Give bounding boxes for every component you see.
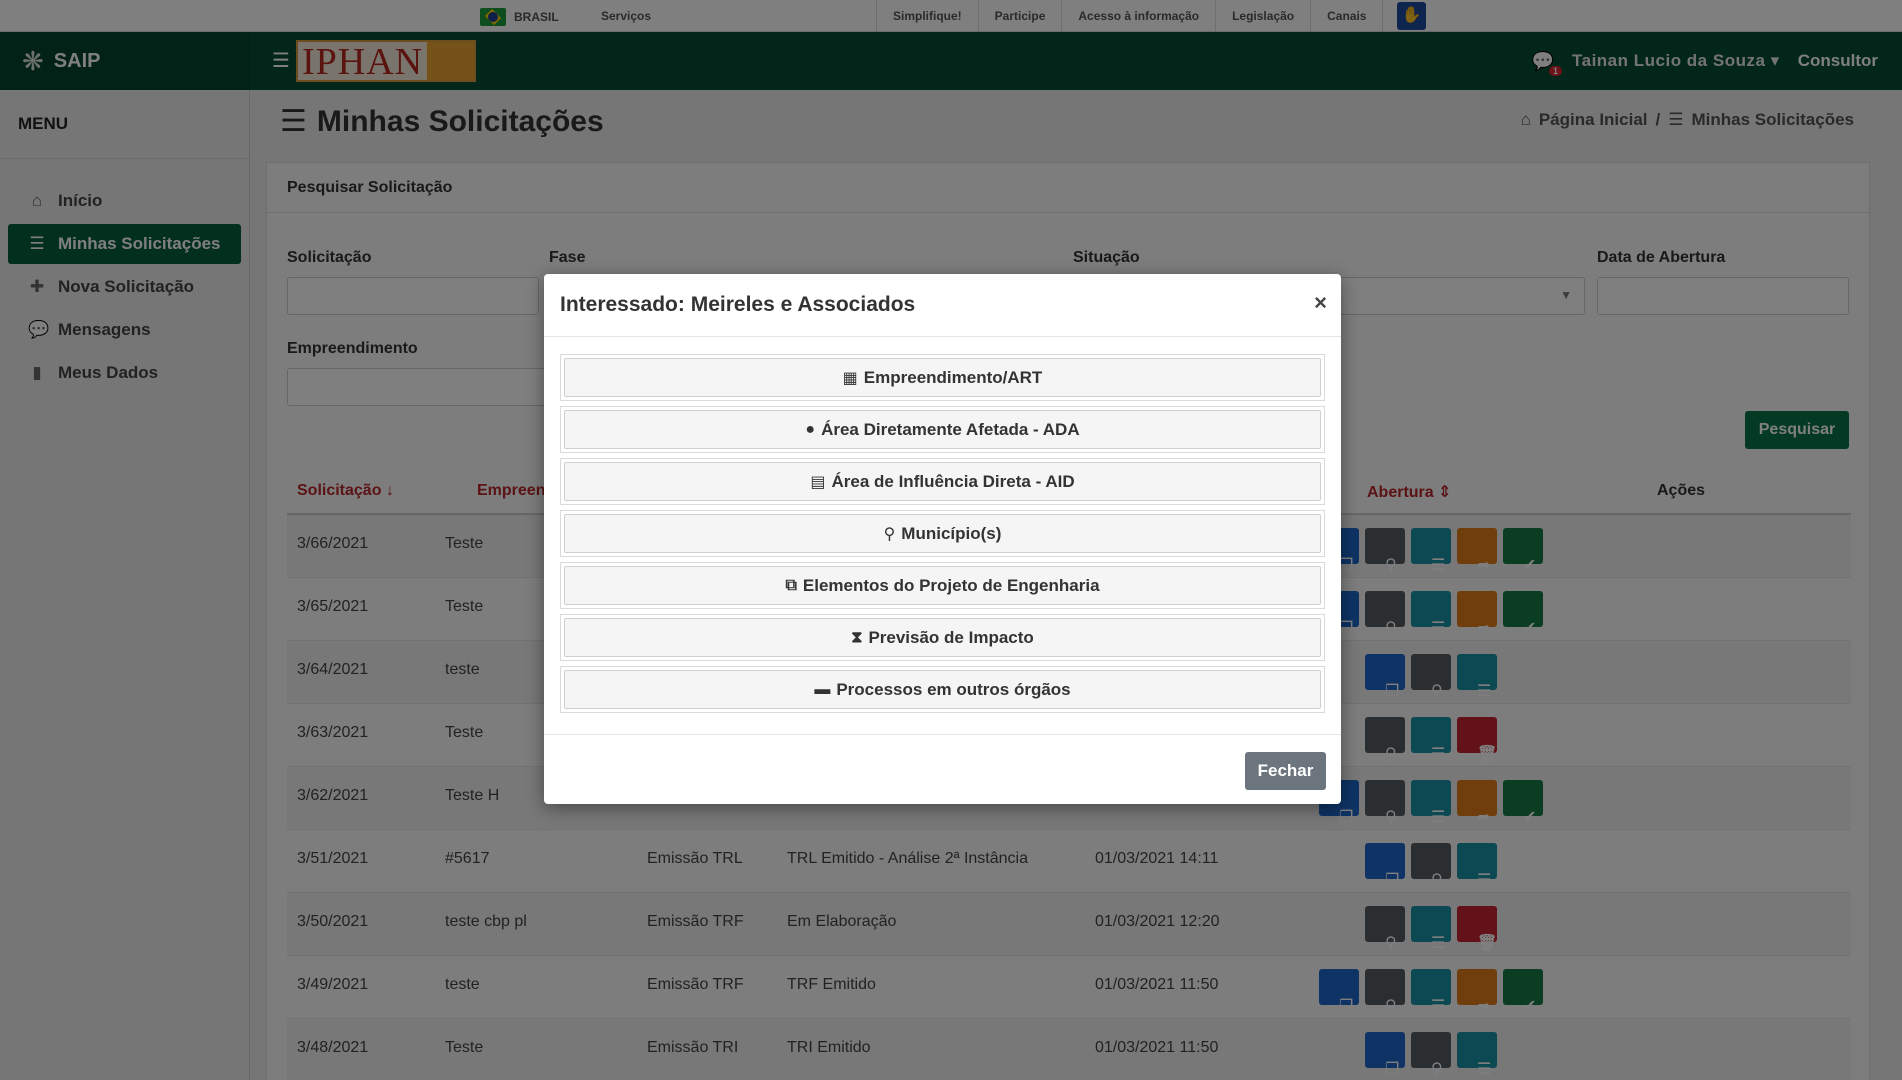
fechar-button[interactable]: Fechar (1245, 752, 1326, 790)
cubes-icon: ⧉ (785, 576, 797, 594)
ada-button[interactable]: ● Área Diretamente Afetada - ADA (564, 410, 1321, 449)
building-icon: ▦ (842, 369, 858, 387)
modal-title: Interessado: Meireles e Associados (560, 293, 916, 316)
button-label: Processos em outros órgãos (836, 679, 1071, 699)
elementos-projeto-button[interactable]: ⧉ Elementos do Projeto de Engenharia (564, 566, 1321, 605)
modal-item: ⚲ Município(s) (560, 510, 1325, 557)
processos-orgaos-button[interactable]: ▬ Processos em outros órgãos (564, 670, 1321, 709)
modal-footer: Fechar (544, 734, 1341, 804)
modal-item: ● Área Diretamente Afetada - ADA (560, 406, 1325, 453)
empreendimento-art-button[interactable]: ▦ Empreendimento/ART (564, 358, 1321, 397)
button-label: Município(s) (901, 523, 1002, 543)
modal-item: ⧗ Previsão de Impacto (560, 614, 1325, 661)
close-icon[interactable]: × (1314, 290, 1327, 316)
globe-icon: ● (805, 420, 816, 438)
interessado-modal: Interessado: Meireles e Associados × ▦ Em… (544, 274, 1341, 804)
modal-item: ▦ Empreendimento/ART (560, 354, 1325, 401)
hourglass-icon: ⧗ (851, 628, 863, 646)
archive-icon: ▬ (814, 680, 831, 698)
map-icon: ▤ (810, 473, 826, 491)
modal-body: ▦ Empreendimento/ART ● Área Diretamente Af… (560, 354, 1325, 718)
button-label: Elementos do Projeto de Engenharia (802, 575, 1100, 595)
button-label: Área de Influência Direta - AID (831, 471, 1075, 491)
municipios-button[interactable]: ⚲ Município(s) (564, 514, 1321, 553)
modal-header: Interessado: Meireles e Associados × (544, 274, 1341, 337)
map-marker-icon: ⚲ (883, 525, 896, 543)
button-label: Previsão de Impacto (868, 627, 1034, 647)
previsao-impacto-button[interactable]: ⧗ Previsão de Impacto (564, 618, 1321, 657)
aid-button[interactable]: ▤ Área de Influência Direta - AID (564, 462, 1321, 501)
modal-item: ▤ Área de Influência Direta - AID (560, 458, 1325, 505)
modal-item: ▬ Processos em outros órgãos (560, 666, 1325, 713)
modal-item: ⧉ Elementos do Projeto de Engenharia (560, 562, 1325, 609)
button-label: Empreendimento/ART (863, 367, 1043, 387)
button-label: Área Diretamente Afetada - ADA (821, 419, 1080, 439)
